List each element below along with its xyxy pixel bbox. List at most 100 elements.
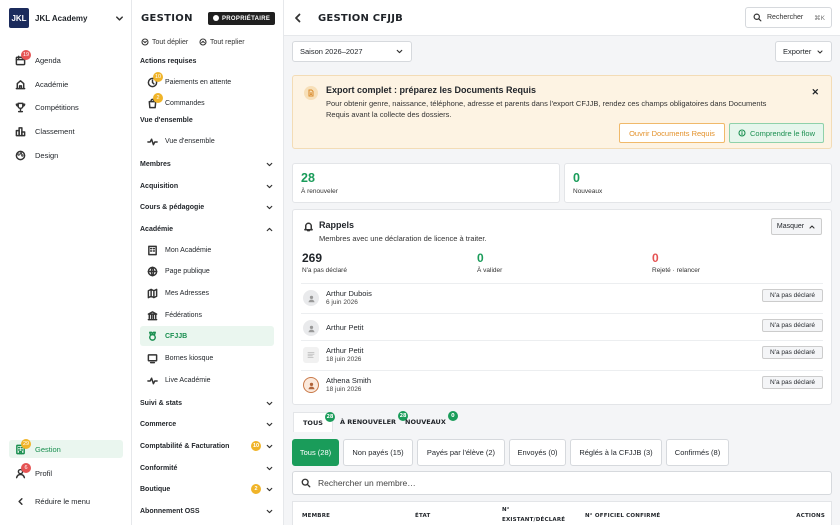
brand-switcher[interactable]: JKL JKL Academy (9, 8, 87, 28)
group-suivi[interactable]: Suivi & stats (140, 395, 274, 411)
item-page-publique[interactable]: Page publique (140, 261, 274, 281)
filter-regles-cfjjb[interactable]: Réglés à la CFJJB (3) (570, 439, 662, 466)
not-declared-count: 269 (302, 251, 323, 265)
orders-badge: 2 (153, 92, 163, 103)
member-name: Athena Smith (326, 376, 372, 385)
item-cfjjb[interactable]: CFJJB (140, 326, 274, 346)
nav-academie[interactable]: Académie (9, 75, 123, 93)
col-numero: N° (502, 507, 510, 513)
chevron-up-icon (808, 223, 816, 231)
group-academie[interactable]: Académie (140, 221, 274, 237)
section-actions-requises: Actions requises (140, 58, 197, 65)
agenda-badge: 19 (21, 49, 31, 60)
chevron-down-icon (265, 442, 274, 451)
group-cours[interactable]: Cours & pédagogie (140, 199, 274, 215)
close-icon[interactable]: ✕ (811, 87, 819, 98)
chevron-down-icon (265, 182, 274, 191)
export-button[interactable]: Exporter (775, 41, 832, 62)
collapse-menu-button[interactable]: Réduire le menu (9, 492, 123, 510)
group-membres[interactable]: Membres (140, 156, 274, 172)
nav-classement[interactable]: Classement (9, 122, 123, 140)
reminder-row[interactable]: Athena Smith 18 juin 2026 N'a pas déclar… (301, 370, 823, 395)
building-icon (147, 245, 158, 256)
payments-badge: 10 (153, 71, 163, 82)
item-federations[interactable]: Fédérations (140, 305, 274, 325)
collapse-all-button[interactable]: Tout replier (199, 38, 245, 46)
understand-flow-button[interactable]: Comprendre le flow (729, 123, 824, 143)
reminder-row[interactable]: Arthur Petit N'a pas déclaré (301, 313, 823, 338)
new-count: 0 (573, 171, 580, 185)
filter-payes-eleve[interactable]: Payés par l'élève (2) (417, 439, 505, 466)
group-conformite[interactable]: Conformité (140, 460, 274, 476)
nav-profil[interactable]: 6 Profil (9, 462, 123, 482)
status-badge[interactable]: N'a pas déclaré (762, 376, 823, 389)
rejected-count: 0 (652, 251, 659, 265)
filter-envoyes[interactable]: Envoyés (0) (509, 439, 566, 466)
search-icon (301, 478, 311, 488)
back-arrow-icon[interactable] (292, 12, 304, 24)
tab-a-renouveler[interactable]: À RENOUVELER 28 (331, 411, 409, 432)
item-bornes-kiosque[interactable]: Bornes kiosque (140, 348, 274, 368)
document-icon (304, 86, 318, 100)
item-mes-adresses[interactable]: Mes Adresses (140, 283, 274, 303)
expand-all-button[interactable]: Tout déplier (141, 38, 188, 46)
activity-icon (147, 136, 158, 147)
nav-gestion[interactable]: 29 Gestion (9, 438, 123, 458)
expand-icon (141, 38, 149, 46)
chevron-down-icon (265, 507, 274, 516)
reminder-row[interactable]: Arthur Petit 18 juin 2026 N'a pas déclar… (301, 340, 823, 365)
profil-badge: 6 (21, 462, 31, 473)
medal-icon (147, 331, 158, 342)
chevron-down-icon[interactable] (114, 13, 125, 24)
group-label: Membres (140, 160, 171, 168)
item-label: Fédérations (165, 311, 202, 319)
user-icon: 6 (15, 462, 31, 479)
item-paiements-attente[interactable]: 10 Paiements en attente (140, 71, 274, 92)
status-badge[interactable]: N'a pas déclaré (762, 289, 823, 302)
group-label: Acquisition (140, 182, 179, 190)
open-documents-button[interactable]: Ouvrir Documents Requis (619, 123, 725, 143)
tab-nouveaux[interactable]: NOUVEAUX 0 (396, 411, 458, 432)
hide-reminders-button[interactable]: Masquer (771, 218, 822, 235)
item-live-academie[interactable]: Live Académie (140, 370, 274, 390)
chevron-down-icon (265, 420, 274, 429)
item-vue-ensemble[interactable]: Vue d'ensemble (140, 131, 274, 151)
stat-not-declared: 269 N'a pas déclaré (302, 251, 347, 274)
globe-icon (147, 266, 158, 277)
filter-non-payes[interactable]: Non payés (15) (343, 439, 413, 466)
group-abonnement[interactable]: Abonnement OSS (140, 503, 274, 519)
group-commerce[interactable]: Commerce (140, 416, 274, 432)
nav-competitions[interactable]: Compétitions (9, 98, 123, 116)
expand-all-label: Tout déplier (152, 38, 189, 46)
nav-label: Académie (35, 79, 69, 89)
to-validate-label: À valider (477, 267, 503, 274)
member-search-input[interactable]: Rechercher un membre… (292, 471, 832, 495)
filter-confirmes[interactable]: Confirmés (8) (666, 439, 729, 466)
season-select[interactable]: Saison 2026–2027 (292, 41, 412, 62)
owner-badge: PROPRIÉTAIRE (208, 12, 276, 25)
search-icon (753, 13, 762, 22)
group-label: Cours & pédagogie (140, 203, 205, 211)
item-mon-academie[interactable]: Mon Académie (140, 240, 274, 260)
top-bar: GESTION CFJJB Rechercher ⌘K (284, 0, 840, 36)
nav-label: Agenda (35, 55, 61, 65)
member-name: Arthur Petit (326, 323, 364, 332)
avatar (303, 347, 319, 363)
nav-design[interactable]: Design (9, 146, 123, 164)
global-search-button[interactable]: Rechercher ⌘K (745, 7, 832, 28)
reminder-row[interactable]: Arthur Dubois 6 juin 2026 N'a pas déclar… (301, 283, 823, 308)
tab-label: NOUVEAUX (405, 418, 446, 426)
stat-card-renew[interactable]: 28 À renouveler (292, 163, 560, 203)
item-commandes[interactable]: 2 Commandes (140, 92, 274, 113)
group-comptabilite[interactable]: Comptabilité & Facturation 10 (140, 438, 274, 454)
not-declared-label: N'a pas déclaré (302, 267, 347, 274)
nav-agenda[interactable]: 19 Agenda (9, 49, 123, 69)
stat-card-new[interactable]: 0 Nouveaux (564, 163, 832, 203)
filter-tous[interactable]: Tous (28) (292, 439, 339, 466)
group-acquisition[interactable]: Acquisition (140, 178, 274, 194)
group-boutique[interactable]: Boutique 2 (140, 481, 274, 497)
status-badge[interactable]: N'a pas déclaré (762, 319, 823, 332)
collapse-all-label: Tout replier (210, 38, 245, 46)
tab-tous[interactable]: TOUS 28 (293, 412, 335, 432)
status-badge[interactable]: N'a pas déclaré (762, 346, 823, 359)
